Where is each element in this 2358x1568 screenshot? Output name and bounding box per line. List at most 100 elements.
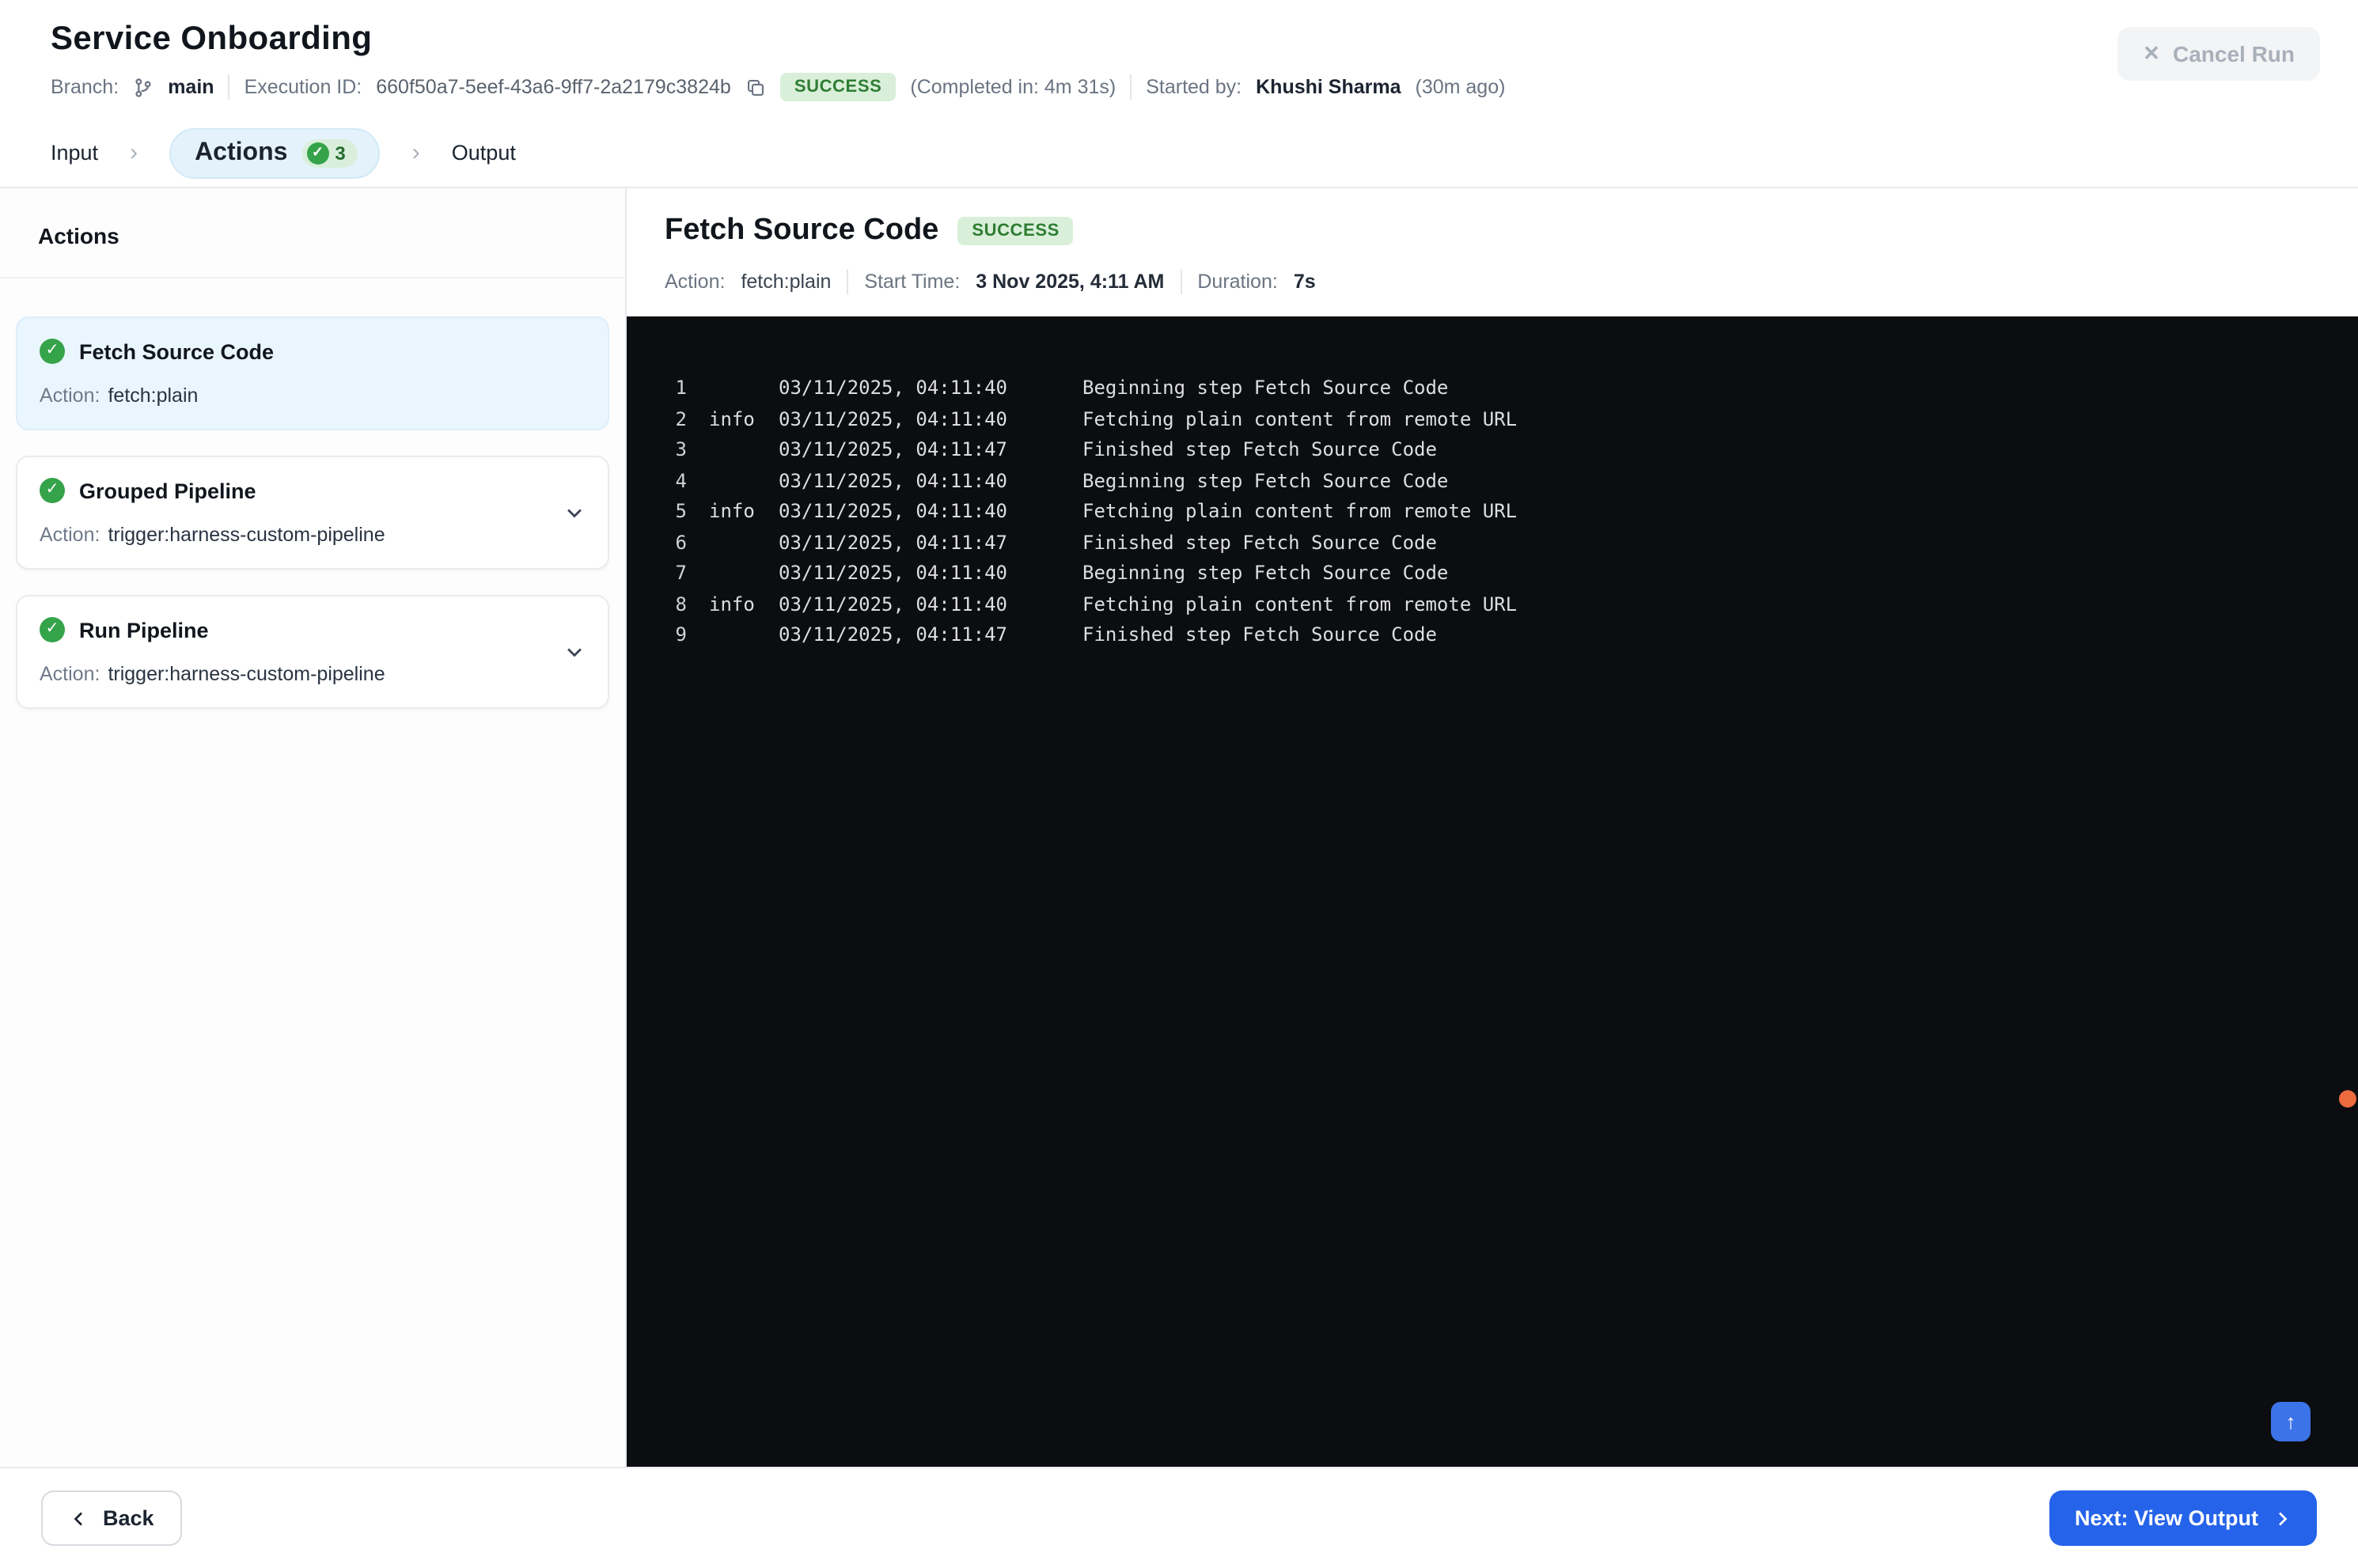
log-message: Beginning step Fetch Source Code xyxy=(1082,469,1449,491)
chevron-down-icon[interactable] xyxy=(563,641,586,663)
chevron-left-icon xyxy=(70,1509,89,1528)
divider xyxy=(847,269,849,294)
completed-in: (Completed in: 4m 31s) xyxy=(910,76,1116,98)
step-detail-header: Fetch Source Code SUCCESS Action: fetch:… xyxy=(627,188,2358,316)
action-card[interactable]: ✓ Run Pipeline Action: trigger:harness-cu… xyxy=(16,595,609,709)
action-card-action: Action: fetch:plain xyxy=(40,384,586,407)
branch-label: Branch: xyxy=(51,76,119,98)
step-actions-count-badge: ✓ 3 xyxy=(301,138,358,167)
log-timestamp: 03/11/2025, 04:11:47 xyxy=(779,531,1007,553)
orange-marker-dot xyxy=(2339,1090,2356,1108)
next-label: Next: View Output xyxy=(2074,1506,2258,1530)
log-level xyxy=(687,620,779,651)
actions-sidebar: Actions ✓ Fetch Source Code Action: fetch… xyxy=(0,188,627,1467)
execution-id: 660f50a7-5eef-43a6-9ff7-2a2179c3824b xyxy=(376,76,731,98)
step-actions[interactable]: Actions ✓ 3 xyxy=(169,127,381,178)
log-timestamp: 03/11/2025, 04:11:40 xyxy=(779,562,1007,584)
started-by-label: Started by: xyxy=(1146,76,1242,98)
log-line: 2 info 03/11/2025, 04:11:40 Fetching pla… xyxy=(627,404,2358,435)
footer: Back Next: View Output xyxy=(0,1467,2358,1568)
started-ago: (30m ago) xyxy=(1415,76,1506,98)
close-icon: ✕ xyxy=(2143,41,2160,65)
log-line-number: 6 xyxy=(675,531,687,553)
log-line-number: 2 xyxy=(675,407,687,430)
log-line-number: 1 xyxy=(675,377,687,399)
step-input[interactable]: Input xyxy=(51,141,98,165)
action-label: Action: xyxy=(665,271,726,293)
cancel-run-button[interactable]: ✕ Cancel Run xyxy=(2117,27,2320,81)
check-circle-icon: ✓ xyxy=(40,617,65,642)
log-level: info xyxy=(709,407,755,430)
step-detail-title: Fetch Source Code xyxy=(665,214,939,247)
header: Service Onboarding Branch: main Executio… xyxy=(0,0,2358,119)
back-button[interactable]: Back xyxy=(41,1490,183,1546)
body: Actions ✓ Fetch Source Code Action: fetch… xyxy=(0,188,2358,1467)
action-card-title-row: ✓ Run Pipeline xyxy=(40,617,586,642)
check-icon: ✓ xyxy=(306,142,329,164)
action-card-action: Action: trigger:harness-custom-pipeline xyxy=(40,524,586,546)
log-line-number: 3 xyxy=(675,438,687,460)
log-message: Fetching plain content from remote URL xyxy=(1082,593,1518,615)
log-message: Fetching plain content from remote URL xyxy=(1082,500,1518,522)
action-card-title-row: ✓ Grouped Pipeline xyxy=(40,478,586,503)
next-view-output-button[interactable]: Next: View Output xyxy=(2049,1490,2317,1546)
start-time-label: Start Time: xyxy=(864,271,961,293)
duration-label: Duration: xyxy=(1197,271,1278,293)
step-status-badge: SUCCESS xyxy=(957,217,1074,245)
log-line: 5 info 03/11/2025, 04:11:40 Fetching pla… xyxy=(627,497,2358,528)
action-card-list: ✓ Fetch Source Code Action: fetch:plain xyxy=(0,278,625,1467)
log-message: Finished step Fetch Source Code xyxy=(1082,623,1437,646)
log-line: 3 03/11/2025, 04:11:47 Finished step Fet… xyxy=(627,435,2358,466)
log-level xyxy=(687,528,779,559)
log-line: 6 03/11/2025, 04:11:47 Finished step Fet… xyxy=(627,528,2358,559)
log-line-number: 5 xyxy=(675,500,687,522)
action-label: Action: xyxy=(40,524,100,546)
log-timestamp: 03/11/2025, 04:11:40 xyxy=(779,377,1007,399)
log-timestamp: 03/11/2025, 04:11:47 xyxy=(779,623,1007,646)
step-actions-count: 3 xyxy=(335,142,346,164)
log-level: info xyxy=(709,500,755,522)
action-card-action: Action: trigger:harness-custom-pipeline xyxy=(40,663,586,685)
log-timestamp: 03/11/2025, 04:11:40 xyxy=(779,593,1007,615)
check-circle-icon: ✓ xyxy=(40,339,65,364)
action-value: trigger:harness-custom-pipeline xyxy=(108,524,385,546)
action-card-title: Grouped Pipeline xyxy=(79,479,256,502)
log-console[interactable]: 1 03/11/2025, 04:11:40 Beginning step Fe… xyxy=(627,316,2358,1467)
action-card[interactable]: ✓ Fetch Source Code Action: fetch:plain xyxy=(16,316,609,430)
action-label: Action: xyxy=(40,384,100,407)
check-circle-icon: ✓ xyxy=(40,478,65,503)
log-timestamp: 03/11/2025, 04:11:47 xyxy=(779,438,1007,460)
log-message: Finished step Fetch Source Code xyxy=(1082,438,1437,460)
chevron-down-icon[interactable] xyxy=(563,502,586,524)
execution-id-label: Execution ID: xyxy=(244,76,362,98)
scroll-to-top-button[interactable]: ↑ xyxy=(2271,1402,2311,1441)
page-title: Service Onboarding xyxy=(51,21,373,57)
header-left: Service Onboarding Branch: main Executio… xyxy=(51,21,1505,101)
back-label: Back xyxy=(103,1506,154,1530)
action-card-title: Run Pipeline xyxy=(79,618,209,642)
log-line: 9 03/11/2025, 04:11:47 Finished step Fet… xyxy=(627,620,2358,651)
status-badge: SUCCESS xyxy=(779,73,897,101)
log-line-number: 7 xyxy=(675,562,687,584)
action-value: fetch:plain xyxy=(741,271,832,293)
log-line: 7 03/11/2025, 04:11:40 Beginning step Fe… xyxy=(627,559,2358,589)
step-output[interactable]: Output xyxy=(452,141,516,165)
copy-icon[interactable] xyxy=(745,77,766,97)
chevron-right-icon xyxy=(2273,1509,2292,1528)
start-time-value: 3 Nov 2025, 4:11 AM xyxy=(976,271,1165,293)
log-level xyxy=(687,466,779,497)
action-card[interactable]: ✓ Grouped Pipeline Action: trigger:harnes… xyxy=(16,456,609,570)
log-message: Finished step Fetch Source Code xyxy=(1082,531,1437,553)
log-timestamp: 03/11/2025, 04:11:40 xyxy=(779,407,1007,430)
action-card-title: Fetch Source Code xyxy=(79,339,275,363)
main-panel: Fetch Source Code SUCCESS Action: fetch:… xyxy=(627,188,2358,1467)
git-branch-icon xyxy=(133,77,154,97)
log-line: 1 03/11/2025, 04:11:40 Beginning step Fe… xyxy=(627,373,2358,404)
execution-meta: Branch: main Execution ID: 660f50a7-5eef… xyxy=(51,73,1505,101)
duration-value: 7s xyxy=(1293,271,1316,293)
log-line: 4 03/11/2025, 04:11:40 Beginning step Fe… xyxy=(627,466,2358,497)
log-level xyxy=(687,559,779,589)
stepper: Input › Actions ✓ 3 › Output xyxy=(0,119,2358,188)
log-message: Beginning step Fetch Source Code xyxy=(1082,562,1449,584)
log-timestamp: 03/11/2025, 04:11:40 xyxy=(779,469,1007,491)
